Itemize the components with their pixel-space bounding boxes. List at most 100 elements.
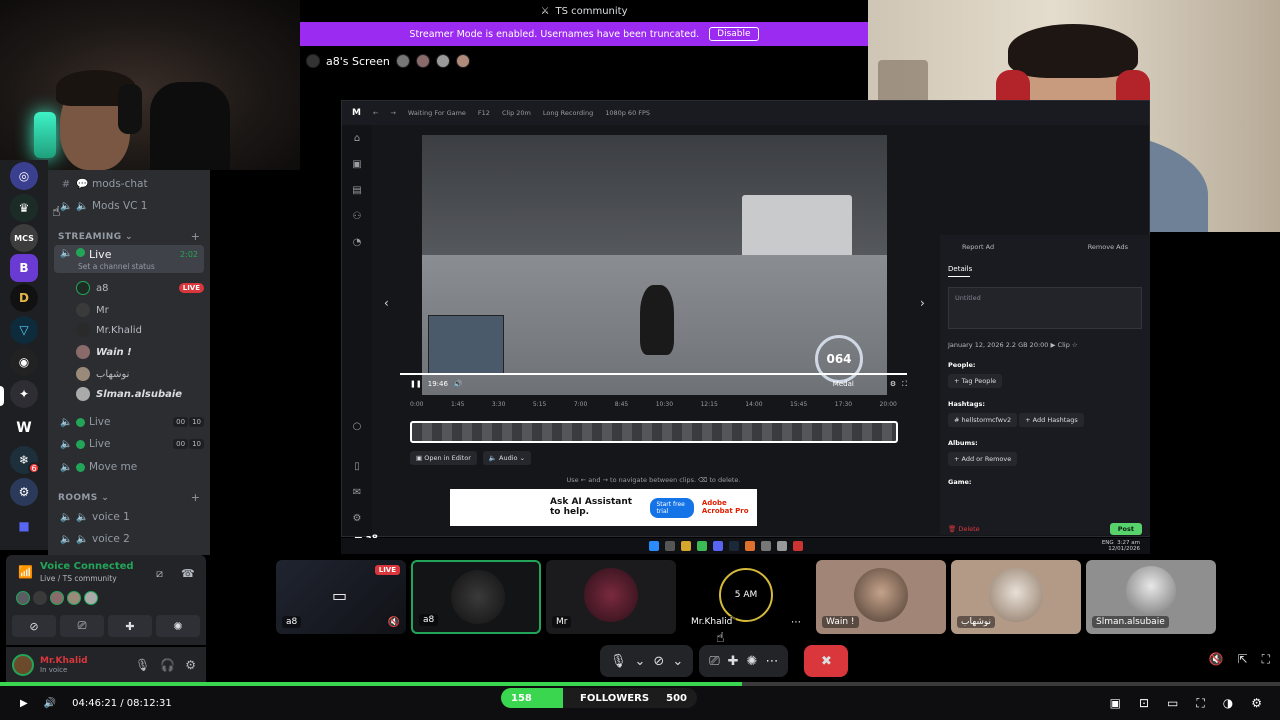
server-icon[interactable]: ✦: [10, 380, 38, 408]
tag-people-button[interactable]: + Tag People: [948, 374, 1003, 388]
hashtag-chip[interactable]: # hellstormcfwv2: [948, 413, 1018, 427]
channel-live[interactable]: 🔈 Live Set a channel status 2:02: [54, 245, 204, 273]
audio-dropdown[interactable]: 🔈 Audio ⌄: [482, 451, 532, 465]
chevron-down-icon[interactable]: ⌄: [635, 654, 646, 669]
settings-icon[interactable]: ⚙: [350, 513, 364, 527]
chrome-icon[interactable]: [697, 541, 707, 551]
pause-icon[interactable]: ❚❚: [410, 380, 422, 388]
participant-tile-mr[interactable]: Mr: [546, 560, 676, 634]
post-button[interactable]: Post: [1109, 523, 1142, 535]
server-icon[interactable]: ◎: [10, 162, 38, 190]
discord-icon[interactable]: [713, 541, 723, 551]
report-ad-link[interactable]: Report Ad: [962, 243, 994, 251]
remove-ads-link[interactable]: Remove Ads: [1088, 243, 1128, 251]
popout-icon[interactable]: ⇱: [1238, 652, 1248, 667]
more-icon[interactable]: ⋯: [765, 654, 778, 669]
video-progress[interactable]: [400, 373, 907, 375]
folder-icon[interactable]: ▤: [350, 185, 364, 199]
participant-tile-slman[interactable]: Slman.alsubaie: [1086, 560, 1216, 634]
channel-live-2[interactable]: 🔈 Live 00 10: [54, 412, 204, 432]
forward-icon[interactable]: →: [390, 109, 395, 117]
start-icon[interactable]: [649, 541, 659, 551]
share-controls[interactable]: ⎚ ✚ ✺ ⋯: [699, 645, 789, 677]
ad-cta-button[interactable]: Start free trial: [650, 497, 694, 518]
explorer-icon[interactable]: [681, 541, 691, 551]
gear-icon[interactable]: ⚙: [185, 658, 196, 672]
delete-button[interactable]: 🗑 Delete: [948, 525, 980, 533]
soundboard-icon[interactable]: ✺: [747, 654, 758, 669]
next-clip-arrow-icon[interactable]: ›: [920, 296, 925, 310]
channel-status[interactable]: Set a channel status: [78, 262, 155, 271]
settings-icon[interactable]: ⚙: [890, 380, 896, 388]
avatar[interactable]: [33, 591, 47, 605]
avatar[interactable]: [16, 591, 30, 605]
channel-voice-2[interactable]: 🔈 🔈 voice 2: [54, 529, 204, 549]
channel-move-me[interactable]: 🔈 Move me: [54, 457, 204, 477]
voice-user[interactable]: a8 LIVE: [76, 278, 204, 298]
avatar[interactable]: [67, 591, 81, 605]
app-icon[interactable]: [761, 541, 771, 551]
server-icon[interactable]: ▽: [10, 316, 38, 344]
clip-title-input[interactable]: Untitled: [948, 287, 1142, 329]
chat-icon[interactable]: ✉: [350, 487, 364, 501]
clip-video[interactable]: 064: [422, 135, 887, 395]
more-icon[interactable]: ⋯: [791, 617, 801, 628]
voice-user[interactable]: نوشهاب: [76, 364, 204, 384]
activities-button[interactable]: ✚: [108, 615, 152, 637]
leave-call-button[interactable]: ✖: [804, 645, 849, 677]
voice-channel-path[interactable]: Live / TS community: [40, 574, 117, 583]
participant-tile-mr-khalid[interactable]: 5 AM Mr.Khalid ⋯: [681, 560, 811, 634]
back-icon[interactable]: ←: [373, 109, 378, 117]
server-icon[interactable]: D: [10, 284, 38, 312]
phone-icon[interactable]: ▯: [350, 461, 364, 475]
tab-details[interactable]: Details: [948, 265, 972, 277]
folder-icon[interactable]: ■: [10, 512, 38, 540]
play-icon[interactable]: ▶: [20, 698, 28, 709]
category-streaming[interactable]: STREAMING ⌄: [58, 232, 133, 242]
clips-icon[interactable]: ▣: [350, 159, 364, 173]
open-editor-button[interactable]: ▣ Open in Editor: [410, 451, 477, 465]
volume-icon[interactable]: 🔊: [454, 380, 463, 388]
chevron-down-icon[interactable]: ⌄: [672, 654, 683, 669]
channel-voice-1[interactable]: 🔈 🔈 voice 1: [54, 507, 204, 527]
noise-suppression-icon[interactable]: ⧄: [156, 567, 163, 581]
mic-icon[interactable]: 🎙: [135, 658, 150, 672]
settings-icon[interactable]: ⚙: [1251, 696, 1262, 711]
username[interactable]: Mr.Khalid: [40, 656, 88, 666]
channel-live-3[interactable]: 🔈 Live 00 10: [54, 434, 204, 454]
headphones-icon[interactable]: 🎧: [160, 658, 175, 672]
fullscreen-icon[interactable]: ⛶: [1262, 652, 1270, 667]
viewer-avatar[interactable]: [415, 54, 430, 68]
voice-user[interactable]: Wain !: [76, 342, 204, 362]
server-icon[interactable]: ♛: [10, 194, 38, 222]
chapters-icon[interactable]: ▣: [1110, 696, 1121, 711]
steam-icon[interactable]: [729, 541, 739, 551]
prev-clip-arrow-icon[interactable]: ‹: [384, 296, 389, 310]
soundboard-button[interactable]: ✺: [156, 615, 200, 637]
miniplayer-icon[interactable]: ⊡: [1139, 696, 1149, 711]
viewer-avatar[interactable]: [395, 54, 410, 68]
voice-title[interactable]: Voice Connected: [40, 561, 134, 572]
add-channel-button[interactable]: +: [191, 491, 200, 504]
voice-user[interactable]: Slman.alsubaie: [76, 384, 204, 404]
clip-timeline[interactable]: [410, 421, 898, 443]
camera-off-button[interactable]: ⊘: [12, 615, 56, 637]
screen-share-icon[interactable]: ⎚: [709, 654, 719, 669]
app-icon[interactable]: [745, 541, 755, 551]
ad-banner[interactable]: Ask AI Assistant to help. Start free tri…: [450, 489, 757, 526]
category-rooms[interactable]: ROOMS ⌄: [58, 493, 109, 503]
volume-icon[interactable]: 🔊: [44, 698, 56, 709]
avatar[interactable]: [84, 591, 98, 605]
participant-tile-nawshahab[interactable]: نوشهاب: [951, 560, 1081, 634]
app-icon[interactable]: [793, 541, 803, 551]
home-icon[interactable]: ⌂: [350, 133, 364, 147]
mic-toggle[interactable]: 🎙 ⌄ ⊘ ⌄: [600, 645, 694, 677]
volume-mute-icon[interactable]: 🔇: [1209, 652, 1224, 667]
server-icon[interactable]: B: [10, 254, 38, 282]
app-icon[interactable]: [777, 541, 787, 551]
server-icon[interactable]: W: [10, 414, 38, 442]
activities-icon[interactable]: ✚: [728, 654, 739, 669]
friends-icon[interactable]: ⚇: [350, 211, 364, 225]
add-remove-album-button[interactable]: + Add or Remove: [948, 452, 1018, 466]
signal-icon[interactable]: 📶: [18, 565, 33, 579]
